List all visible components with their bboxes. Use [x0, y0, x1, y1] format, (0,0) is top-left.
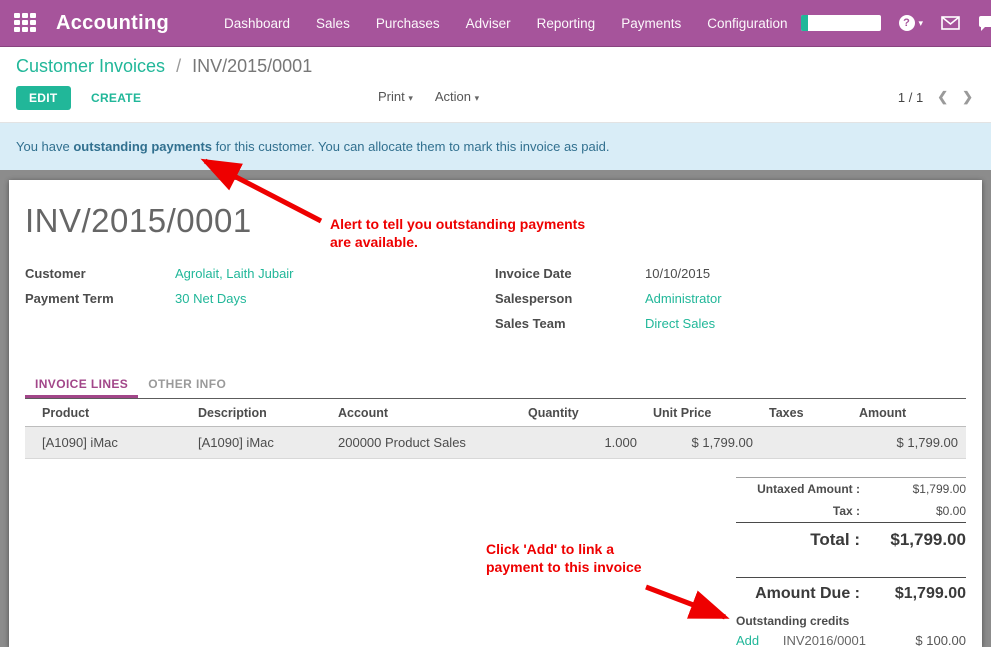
cell-unit-price: $ 1,799.00: [645, 427, 761, 459]
menu-adviser[interactable]: Adviser: [453, 0, 524, 46]
salesperson-value-link[interactable]: Administrator: [645, 291, 722, 306]
control-panel: Customer Invoices / INV/2015/0001 EDIT C…: [0, 47, 991, 122]
sales-team-label: Sales Team: [495, 316, 645, 331]
col-product: Product: [25, 399, 190, 427]
print-dropdown[interactable]: Print ▾: [378, 89, 413, 104]
amount-due-value: $1,799.00: [874, 585, 966, 603]
col-account: Account: [330, 399, 520, 427]
col-amount: Amount: [851, 399, 966, 427]
edit-button[interactable]: EDIT: [16, 86, 71, 110]
totals-panel: Untaxed Amount : $1,799.00 Tax : $0.00 T…: [736, 477, 966, 647]
tab-other-info[interactable]: OTHER INFO: [138, 371, 236, 398]
breadcrumb: Customer Invoices / INV/2015/0001: [16, 56, 975, 77]
col-taxes: Taxes: [761, 399, 851, 427]
total-value: $1,799.00: [874, 530, 966, 550]
chevron-left-icon[interactable]: ❮: [937, 89, 948, 105]
sales-team-value-link[interactable]: Direct Sales: [645, 316, 715, 331]
invoice-fields: Customer Agrolait, Laith Jubair Payment …: [25, 266, 966, 341]
credit-amount: $ 100.00: [880, 633, 966, 647]
table-row[interactable]: [A1090] iMac [A1090] iMac 200000 Product…: [25, 427, 966, 459]
chevron-right-icon[interactable]: ❯: [962, 89, 973, 105]
create-button[interactable]: CREATE: [91, 91, 141, 105]
customer-label: Customer: [25, 266, 175, 281]
tab-invoice-lines[interactable]: INVOICE LINES: [25, 371, 138, 398]
planner-progress-bar[interactable]: [801, 15, 881, 31]
cell-taxes: [761, 427, 851, 459]
app-title: Accounting: [56, 12, 169, 35]
messages-button[interactable]: [941, 16, 960, 30]
payment-term-value-link[interactable]: 30 Net Days: [175, 291, 247, 306]
amount-due-label: Amount Due :: [736, 585, 874, 603]
untaxed-amount-value: $1,799.00: [874, 482, 966, 496]
customer-value-link[interactable]: Agrolait, Laith Jubair: [175, 266, 294, 281]
col-unit-price: Unit Price: [645, 399, 761, 427]
col-quantity: Quantity: [520, 399, 645, 427]
cell-account: 200000 Product Sales: [330, 427, 520, 459]
top-navbar: Accounting Dashboard Sales Purchases Adv…: [0, 0, 991, 47]
breadcrumb-separator: /: [176, 56, 181, 76]
outstanding-payments-alert: You have outstanding payments for this c…: [0, 122, 991, 170]
pager-counter: 1 / 1: [898, 90, 923, 105]
cell-amount: $ 1,799.00: [851, 427, 966, 459]
table-header-row: Product Description Account Quantity Uni…: [25, 399, 966, 427]
menu-reporting[interactable]: Reporting: [524, 0, 609, 46]
menu-configuration[interactable]: Configuration: [694, 0, 800, 46]
apps-grid-icon[interactable]: [14, 13, 36, 34]
credit-reference: INV2016/0001: [781, 633, 880, 647]
breadcrumb-customer-invoices[interactable]: Customer Invoices: [16, 56, 165, 76]
annotation-alert-note: Alert to tell you outstanding payments a…: [330, 215, 585, 251]
outstanding-credits-title: Outstanding credits: [736, 612, 966, 630]
alert-bold-text: outstanding payments: [73, 139, 212, 154]
tax-label: Tax :: [736, 504, 874, 518]
menu-payments[interactable]: Payments: [608, 0, 694, 46]
annotation-add-note: Click 'Add' to link a payment to this in…: [486, 540, 642, 576]
col-description: Description: [190, 399, 330, 427]
chevron-down-icon: ▾: [919, 18, 924, 29]
notebook-tabs: INVOICE LINES OTHER INFO: [25, 371, 966, 399]
cell-description: [A1090] iMac: [190, 427, 330, 459]
chevron-down-icon: ▾: [475, 93, 480, 103]
add-credit-link[interactable]: Add: [736, 633, 781, 647]
menu-purchases[interactable]: Purchases: [363, 0, 453, 46]
envelope-icon: [941, 16, 960, 30]
record-pager: 1 / 1 ❮ ❯: [898, 89, 973, 105]
untaxed-amount-label: Untaxed Amount :: [736, 482, 874, 496]
tax-value: $0.00: [874, 504, 966, 518]
total-label: Total :: [736, 530, 874, 550]
outstanding-credit-row: Add INV2016/0001 $ 100.00: [736, 630, 966, 647]
cell-product: [A1090] iMac: [25, 427, 190, 459]
chat-bubble-icon: [978, 16, 991, 31]
main-menu: Dashboard Sales Purchases Adviser Report…: [211, 0, 801, 46]
invoice-date-label: Invoice Date: [495, 266, 645, 281]
help-menu[interactable]: ? ▾: [899, 15, 924, 31]
menu-dashboard[interactable]: Dashboard: [211, 0, 303, 46]
help-icon: ?: [899, 15, 915, 31]
payment-term-label: Payment Term: [25, 291, 175, 306]
invoice-date-value: 10/10/2015: [645, 266, 710, 281]
chevron-down-icon: ▾: [408, 93, 413, 103]
action-dropdown[interactable]: Action ▾: [435, 89, 479, 104]
chatter-button[interactable]: 21: [978, 15, 991, 31]
invoice-lines-table: Product Description Account Quantity Uni…: [25, 399, 966, 459]
menu-sales[interactable]: Sales: [303, 0, 363, 46]
salesperson-label: Salesperson: [495, 291, 645, 306]
breadcrumb-current: INV/2015/0001: [192, 56, 312, 76]
alert-text: You have outstanding payments for this c…: [16, 139, 609, 154]
cell-quantity: 1.000: [520, 427, 645, 459]
